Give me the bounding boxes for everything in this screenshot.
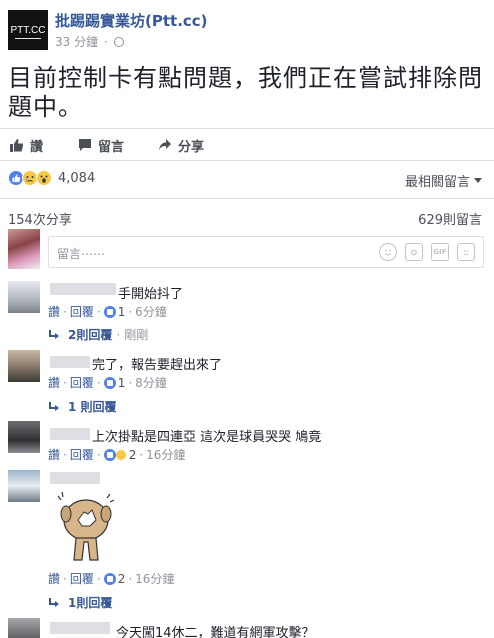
comment-time[interactable]: 8分鐘: [135, 374, 167, 391]
comment-reply-link[interactable]: 回覆: [70, 303, 94, 320]
like-reaction-icon: [103, 448, 116, 461]
camera-icon[interactable]: [405, 243, 423, 261]
comment-like-count[interactable]: 1: [118, 305, 126, 319]
commenter-avatar[interactable]: [8, 470, 40, 502]
comment-reply-link[interactable]: 回覆: [70, 374, 94, 391]
view-replies-link[interactable]: 1則回覆: [48, 594, 112, 611]
haha-reaction-icon: [114, 448, 127, 461]
dot-separator: ·: [104, 34, 108, 49]
like-reaction-icon: [103, 376, 116, 389]
globe-icon: [113, 36, 124, 47]
reply-arrow-icon: [48, 401, 60, 412]
comment-text: 今天闖14休二，難道有網軍攻擊？: [116, 626, 315, 638]
view-replies-link[interactable]: 2則回覆 · 剛剛: [48, 326, 148, 343]
comment-actions: 讚 · 回覆 · 2 · 16分鐘: [48, 570, 175, 587]
comment-reply-link[interactable]: 回覆: [70, 570, 94, 587]
comment-input[interactable]: 留言⋯⋯ GIF: [48, 236, 484, 268]
comment-button[interactable]: 留言: [78, 136, 124, 155]
logo-text: PTT.CC: [10, 24, 46, 36]
reactions-summary[interactable]: 4,084: [8, 170, 95, 186]
post-time[interactable]: 33 分鐘: [55, 33, 98, 50]
reply-arrow-icon: [48, 597, 60, 608]
comment-text: 完了，報告要趕出來了: [92, 358, 223, 373]
comment-actions: 讚 · 回覆 · 2 · 16分鐘: [48, 446, 186, 463]
reply-count: 2則回覆: [68, 328, 113, 342]
comment-time[interactable]: 16分鐘: [146, 446, 185, 463]
composer-icons: GIF: [379, 243, 475, 261]
commenter-name-redacted[interactable]: [50, 472, 100, 484]
comment-like-count[interactable]: 2: [118, 572, 126, 586]
commenter-name-redacted[interactable]: [50, 283, 116, 295]
reply-count: 1 則回覆: [68, 400, 117, 414]
comment-label: 留言: [98, 139, 125, 155]
page-avatar[interactable]: PTT.CC: [8, 10, 48, 50]
comment-like-link[interactable]: 讚: [48, 446, 60, 463]
thumbs-up-icon: [10, 139, 23, 152]
current-user-avatar: [8, 229, 40, 269]
commenter-avatar[interactable]: [8, 421, 40, 453]
comment-like-count[interactable]: 2: [129, 448, 137, 462]
comment-placeholder: 留言⋯⋯: [57, 247, 106, 261]
commenter-avatar[interactable]: [8, 350, 40, 382]
comment-like-link[interactable]: 讚: [48, 374, 60, 391]
sticker-image: [57, 491, 115, 561]
commenter-name-redacted[interactable]: [50, 356, 90, 368]
like-reaction-icon: [103, 572, 116, 585]
commenter-name-redacted[interactable]: [50, 622, 110, 634]
share-label: 分享: [178, 139, 205, 155]
reply-arrow-icon: [48, 329, 60, 340]
divider: [0, 160, 494, 161]
comment-like-link[interactable]: 讚: [48, 570, 60, 587]
sort-label: 最相關留言: [404, 175, 470, 190]
reply-time: 剛剛: [124, 328, 149, 342]
page-name-link[interactable]: 批踢踢實業坊(Ptt.cc): [55, 10, 208, 31]
comment-text: 上次掛點是四連亞 這次是球員哭哭 鳩竟: [92, 430, 322, 445]
post-meta: 33 分鐘 ·: [55, 33, 124, 50]
comment-reply-link[interactable]: 回覆: [70, 446, 94, 463]
like-reaction-icon: [103, 305, 116, 318]
comment-time[interactable]: 16分鐘: [135, 570, 174, 587]
comment-sort-dropdown[interactable]: 最相關留言: [405, 171, 482, 190]
commenter-name-redacted[interactable]: [50, 428, 90, 440]
wow-reaction-icon: [36, 170, 52, 186]
comment-count[interactable]: 629則留言: [418, 209, 482, 228]
commenter-avatar[interactable]: [8, 281, 40, 313]
comment-actions: 讚 · 回覆 · 1 · 6分鐘: [48, 303, 167, 320]
post-body: 目前控制卡有點問題，我們正在嘗試排除問題中。: [8, 64, 483, 121]
post-header: PTT.CC 批踢踢實業坊(Ptt.cc) 33 分鐘 ·: [8, 8, 488, 54]
comment-icon: [79, 139, 91, 151]
comment-like-link[interactable]: 讚: [48, 303, 60, 320]
divider: [0, 128, 494, 129]
reply-count: 1則回覆: [68, 596, 113, 610]
gif-icon[interactable]: GIF: [431, 243, 449, 261]
comment-like-count[interactable]: 1: [118, 376, 126, 390]
view-replies-link[interactable]: 1 則回覆: [48, 398, 117, 415]
divider: [0, 198, 494, 199]
share-count[interactable]: 154次分享: [8, 209, 72, 228]
comment-text: 手開始抖了: [118, 287, 184, 302]
like-button[interactable]: 讚: [10, 136, 43, 155]
like-label: 讚: [30, 139, 44, 155]
share-arrow-icon: [159, 139, 171, 151]
chevron-down-icon: [474, 178, 482, 183]
reaction-count[interactable]: 4,084: [58, 171, 95, 186]
emoji-icon[interactable]: [379, 243, 397, 261]
commenter-avatar[interactable]: [8, 618, 40, 638]
comment-time[interactable]: 6分鐘: [135, 303, 167, 320]
comment-actions: 讚 · 回覆 · 1 · 8分鐘: [48, 374, 167, 391]
action-bar: 讚 留言 分享: [0, 131, 494, 159]
share-button[interactable]: 分享: [158, 136, 204, 155]
sticker-icon[interactable]: [457, 243, 475, 261]
